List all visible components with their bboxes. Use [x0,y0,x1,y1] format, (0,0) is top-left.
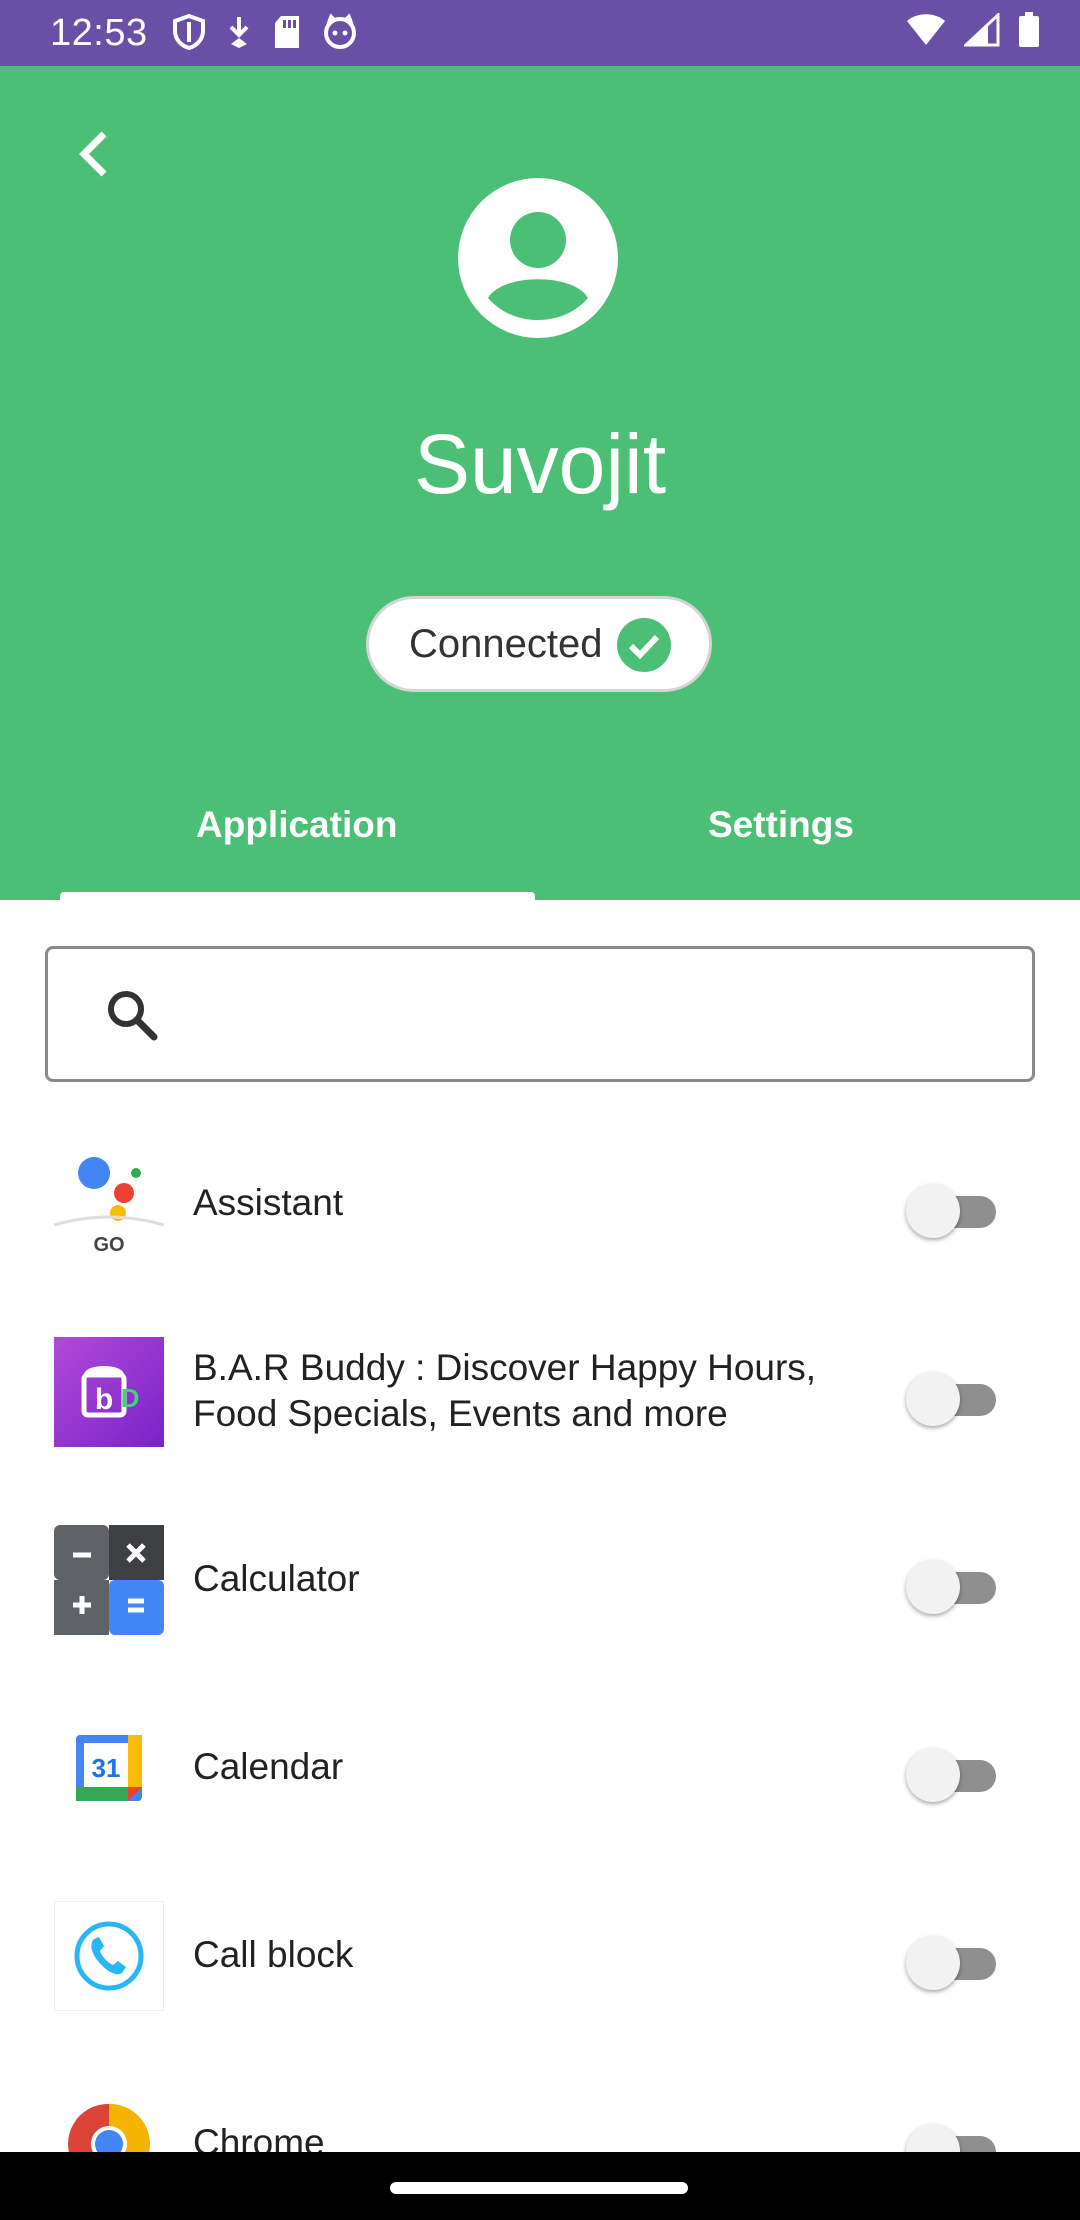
chevron-left-icon [79,131,107,177]
search-box[interactable] [45,946,1035,1082]
check-circle-icon [617,618,671,672]
connection-status-text: Connected [409,621,603,666]
navigation-bar [0,2152,1080,2220]
profile-header: Suvojit Connected Application Settings [0,66,1080,900]
list-item-bar-buddy[interactable]: b D B.A.R Buddy : Discover Happy Hours, … [0,1298,1080,1486]
app-toggle[interactable] [906,1556,998,1614]
app-toggle[interactable] [906,1180,998,1238]
calendar-icon-date: 31 [92,1753,121,1783]
app-name: B.A.R Buddy : Discover Happy Hours, Food… [193,1347,817,1434]
home-gesture-handle[interactable] [390,2182,688,2194]
app-name: Call block [193,1934,354,1975]
tab-settings[interactable]: Settings [708,804,854,846]
sd-card-icon [275,16,299,48]
app-name: Calendar [193,1746,344,1787]
signal-icon [964,13,1000,47]
search-input[interactable] [188,979,992,1051]
app-name: Calculator [193,1558,360,1599]
list-item-call-block[interactable]: Call block [0,1862,1080,2050]
calculator-icon [54,1525,164,1635]
app-name: Chrome [193,2122,325,2152]
search-icon [108,991,158,1041]
wifi-icon [907,14,945,45]
list-item-calendar[interactable]: 31 Calendar [0,1674,1080,1862]
svg-text:D: D [121,1383,140,1413]
app-list[interactable]: GO Assistant b D B.A.R Buddy : Discover … [0,1110,1080,2152]
app-toggle[interactable] [906,2120,998,2152]
cat-icon [324,14,356,49]
assistant-go-icon: GO [54,1149,164,1259]
svg-text:GO: GO [93,1234,124,1256]
notification-icons [172,14,358,50]
status-time: 12:53 [50,12,148,54]
system-icons [906,12,1040,48]
app-toggle[interactable] [906,1368,998,1426]
battery-icon [1019,12,1039,47]
bar-buddy-icon: b D [54,1337,164,1447]
svg-text:b: b [95,1383,113,1416]
app-toggle[interactable] [906,1932,998,1990]
download-icon [229,17,249,48]
tab-application[interactable]: Application [196,804,397,846]
app-toggle[interactable] [906,1744,998,1802]
app-name: Assistant [193,1182,344,1223]
status-bar: 12:53 [0,0,1080,66]
connection-status-badge: Connected [366,596,712,692]
list-item-assistant[interactable]: GO Assistant [0,1110,1080,1298]
list-item-calculator[interactable]: Calculator [0,1486,1080,1674]
chrome-icon [68,2103,150,2152]
call-block-icon [54,1901,164,2011]
list-item-chrome[interactable]: Chrome [0,2050,1080,2152]
back-button[interactable] [70,124,120,184]
calendar-icon: 31 [54,1713,164,1823]
avatar-icon [458,178,618,338]
profile-name: Suvojit [413,417,667,511]
shield-icon [173,14,205,50]
selected-tab-indicator [60,892,535,900]
